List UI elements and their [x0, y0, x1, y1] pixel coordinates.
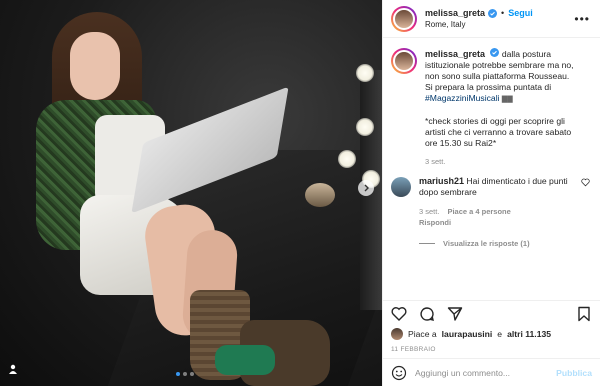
emoji-icon[interactable]	[391, 365, 407, 381]
publish-button[interactable]: Pubblica	[556, 368, 592, 378]
bookmark-icon[interactable]	[576, 306, 592, 322]
comment-icon[interactable]	[419, 306, 435, 322]
verified-badge-icon	[490, 48, 500, 57]
caption-text: melissa_greta dalla postura istituzional…	[425, 48, 585, 149]
verified-badge-icon	[488, 8, 498, 18]
mirror-bulb	[356, 118, 374, 136]
post-side-panel: melissa_greta • Segui Rome, Italy ••• me…	[382, 0, 600, 386]
comment-actions: Rispondi	[419, 218, 569, 227]
more-options-button[interactable]: •••	[574, 12, 590, 26]
likes-prefix: Piace a	[408, 329, 437, 339]
add-comment-bar: Pubblica	[383, 358, 600, 386]
follow-button[interactable]: Segui	[508, 8, 533, 18]
hashtag-link[interactable]: #MagazziniMusicali	[425, 93, 500, 103]
author-username[interactable]: melissa_greta	[425, 8, 485, 18]
likes-middle: e	[497, 329, 503, 339]
heart-icon[interactable]	[391, 306, 407, 322]
post-date[interactable]: 11 FEBBRAIO	[383, 342, 600, 358]
separator-dot: •	[501, 8, 505, 18]
chevron-right-icon	[364, 184, 369, 192]
mirror-bulb	[338, 150, 356, 168]
caption-body-2: Si prepara la prossima puntata di	[425, 82, 552, 92]
heart-outline-icon[interactable]	[581, 178, 590, 187]
post-header: melissa_greta • Segui Rome, Italy •••	[383, 0, 600, 38]
carousel-indicator	[176, 372, 194, 376]
avatar[interactable]	[391, 48, 417, 74]
comment-text: mariush21 Hai dimenticato i due punti do…	[419, 176, 569, 198]
carousel-dot	[176, 372, 180, 376]
liker-username[interactable]: laurapausini	[442, 329, 493, 339]
caption-timestamp[interactable]: 3 sett.	[425, 157, 585, 166]
carousel-next-button[interactable]	[358, 180, 374, 196]
location-link[interactable]: Rome, Italy	[425, 20, 533, 29]
comment-input[interactable]	[415, 367, 549, 378]
caption: melissa_greta dalla postura istituzional…	[391, 48, 592, 166]
person-icon	[9, 364, 17, 374]
liker-avatar[interactable]	[391, 328, 403, 340]
mirror-bulb	[356, 64, 374, 82]
caption-body-3: *check stories di oggi per scoprire gli …	[425, 116, 572, 148]
tagged-people-button[interactable]	[6, 362, 20, 376]
comment-username[interactable]: mariush21	[419, 176, 464, 186]
figure-face	[70, 32, 120, 100]
avatar[interactable]	[391, 177, 411, 197]
avatar[interactable]	[391, 5, 417, 32]
carousel-dot	[190, 372, 194, 376]
view-replies-label: Visualizza le risposte (1)	[443, 239, 530, 248]
reply-button[interactable]: Rispondi	[419, 218, 451, 227]
round-box	[305, 183, 335, 207]
caption-username[interactable]: melissa_greta	[425, 49, 485, 59]
comments-section: melissa_greta dalla postura istituzional…	[383, 38, 600, 300]
comment-meta: 3 sett. Piace a 4 persone	[419, 207, 569, 216]
instagram-post: melissa_greta • Segui Rome, Italy ••• me…	[0, 0, 600, 386]
divider-line	[419, 243, 435, 244]
comment-likes-link[interactable]: Piace a 4 persone	[447, 207, 510, 216]
likes-summary: Piace a laurapausini e altri 11.135	[383, 326, 600, 342]
flag-emoji: ▇▇	[501, 96, 513, 103]
post-photo[interactable]	[0, 0, 382, 386]
action-bar	[383, 300, 600, 326]
carousel-dot	[183, 372, 187, 376]
shoe	[215, 345, 275, 375]
comment-item: mariush21 Hai dimenticato i due punti do…	[391, 176, 592, 227]
comment-timestamp[interactable]: 3 sett.	[419, 207, 439, 216]
share-icon[interactable]	[447, 306, 463, 322]
likes-others-link[interactable]: altri 11.135	[507, 329, 551, 339]
view-replies-button[interactable]: Visualizza le risposte (1)	[419, 239, 592, 248]
